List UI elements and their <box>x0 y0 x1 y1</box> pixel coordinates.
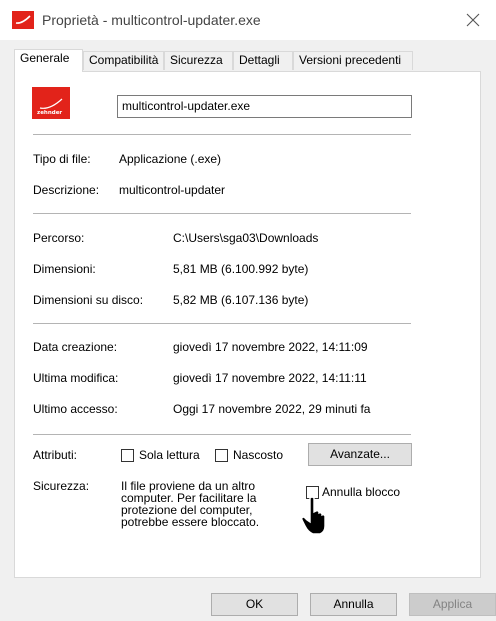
app-icon <box>12 11 34 29</box>
hand-cursor-icon <box>301 496 326 535</box>
tab-compatibilita[interactable]: Compatibilità <box>83 51 164 70</box>
modified-value: giovedì 17 novembre 2022, 14:11:11 <box>173 371 367 385</box>
path-value: C:\Users\sga03\Downloads <box>173 231 319 245</box>
window-title: Proprietà - multicontrol-updater.exe <box>42 12 261 28</box>
security-label: Sicurezza: <box>33 479 90 493</box>
file-type-value: Applicazione (.exe) <box>119 152 222 166</box>
security-message: Il file proviene da un altro computer. P… <box>121 479 260 529</box>
file-type-label: Tipo di file: <box>33 152 91 166</box>
modified-label: Ultima modifica: <box>33 371 119 385</box>
cancel-button[interactable]: Annulla <box>310 593 397 616</box>
close-icon <box>466 13 480 27</box>
title-bar: Proprietà - multicontrol-updater.exe <box>0 0 496 40</box>
ok-button[interactable]: OK <box>211 593 298 616</box>
path-label: Percorso: <box>33 231 85 245</box>
separator <box>33 323 411 324</box>
hidden-label[interactable]: Nascosto <box>233 448 283 462</box>
accessed-label: Ultimo accesso: <box>33 402 118 416</box>
readonly-label[interactable]: Sola lettura <box>139 448 200 462</box>
file-name-field[interactable]: multicontrol-updater.exe <box>117 95 412 118</box>
hidden-checkbox[interactable] <box>215 449 228 462</box>
apply-button[interactable]: Applica <box>409 593 496 616</box>
unblock-label[interactable]: Annulla blocco <box>322 485 400 499</box>
zehnder-logo-icon: zehnder <box>32 87 70 119</box>
size-value: 5,81 MB (6.100.992 byte) <box>173 262 309 276</box>
tab-dettagli[interactable]: Dettagli <box>233 51 293 70</box>
general-panel: zehnder multicontrol-updater.exe Tipo di… <box>14 71 481 578</box>
disk-size-label: Dimensioni su disco: <box>33 293 144 307</box>
description-label: Descrizione: <box>33 183 100 197</box>
icon-brand-text: zehnder <box>37 110 62 116</box>
created-value: giovedì 17 novembre 2022, 14:11:09 <box>173 340 368 354</box>
description-value: multicontrol-updater <box>119 183 226 197</box>
separator <box>33 213 411 214</box>
created-label: Data creazione: <box>33 340 118 354</box>
advanced-button[interactable]: Avanzate... <box>308 443 412 466</box>
tab-versioni-precedenti[interactable]: Versioni precedenti <box>293 51 413 70</box>
separator <box>33 134 411 135</box>
disk-size-value: 5,82 MB (6.107.136 byte) <box>173 293 309 307</box>
separator <box>33 434 411 435</box>
size-label: Dimensioni: <box>33 262 96 276</box>
accessed-value: Oggi 17 novembre 2022, 29 minuti fa <box>173 402 371 416</box>
tab-generale[interactable]: Generale <box>14 49 83 72</box>
readonly-checkbox[interactable] <box>121 449 134 462</box>
close-button[interactable] <box>450 0 496 40</box>
attributes-label: Attributi: <box>33 448 78 462</box>
tab-sicurezza[interactable]: Sicurezza <box>164 51 233 70</box>
